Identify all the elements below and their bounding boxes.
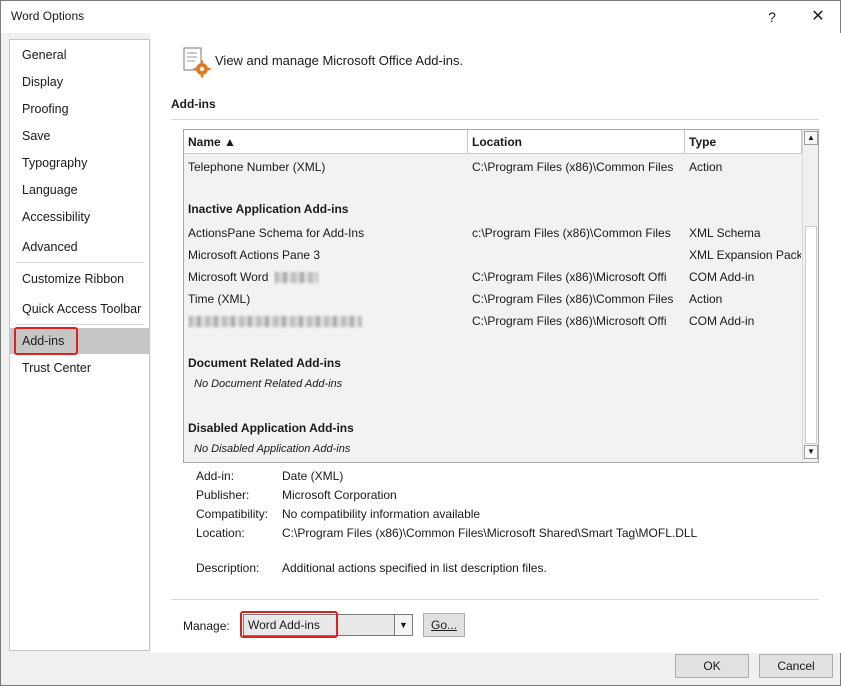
sidebar-divider: [16, 324, 144, 325]
addin-location: C:\Program Files (x86)\Common Files: [472, 160, 674, 174]
window-title: Word Options: [11, 9, 85, 23]
ok-button[interactable]: OK: [675, 654, 749, 678]
sidebar-item-customize-ribbon[interactable]: Customize Ribbon: [10, 266, 149, 292]
options-sidebar: General Display Proofing Save Typography…: [9, 39, 150, 651]
scroll-down-arrow-icon[interactable]: ▼: [804, 445, 818, 459]
redacted-name-blur: [188, 310, 366, 332]
addin-type: XML Schema: [689, 226, 761, 240]
addin-location: C:\Program Files (x86)\Microsoft Offi: [472, 270, 667, 284]
manage-label: Manage:: [183, 619, 230, 633]
detail-location-value: C:\Program Files (x86)\Common Files\Micr…: [282, 526, 698, 540]
addin-location: C:\Program Files (x86)\Common Files: [472, 292, 674, 306]
detail-description-value: Additional actions specified in list des…: [282, 561, 547, 575]
addin-type: COM Add-in: [689, 314, 755, 328]
table-row[interactable]: Microsoft Word C:\Program Files (x86)\Mi…: [184, 266, 802, 288]
sidebar-item-advanced[interactable]: Advanced: [10, 234, 149, 260]
manage-highlight: [240, 611, 338, 638]
section-title: Add-ins: [171, 97, 216, 111]
addin-type: Action: [689, 292, 723, 306]
table-row[interactable]: Microsoft Actions Pane 3 XML Expansion P…: [184, 244, 802, 266]
detail-location-label: Location:: [196, 526, 245, 540]
add-ins-panel: View and manage Microsoft Office Add-ins…: [151, 33, 841, 653]
sidebar-item-quick-access-toolbar[interactable]: Quick Access Toolbar: [10, 296, 149, 322]
column-header-location[interactable]: Location: [468, 130, 685, 154]
word-options-dialog: Word Options ? ✕ General Display Proofin…: [0, 0, 841, 686]
document-empty-note: No Document Related Add-ins: [194, 378, 343, 390]
manage-divider: [171, 599, 819, 600]
group-header-document: Document Related Add-ins: [188, 356, 341, 370]
sidebar-item-save[interactable]: Save: [10, 123, 149, 149]
sidebar-item-accessibility[interactable]: Accessibility: [10, 204, 149, 230]
disabled-empty-note: No Disabled Application Add-ins: [194, 443, 351, 455]
table-row[interactable]: ActionsPane Schema for Add-Ins c:\Progra…: [184, 222, 802, 244]
detail-publisher-label: Publisher:: [196, 488, 250, 502]
add-ins-list[interactable]: Name ▲ Location Type Telephone Number (X…: [183, 129, 819, 463]
sidebar-item-language[interactable]: Language: [10, 177, 149, 203]
detail-compatibility-value: No compatibility information available: [282, 507, 481, 521]
addin-type: Action: [689, 160, 723, 174]
redacted-name-blur: [274, 266, 324, 288]
add-ins-highlight: [14, 327, 78, 355]
section-divider: [171, 119, 819, 120]
sidebar-divider: [16, 262, 144, 263]
addin-location: C:\Program Files (x86)\Microsoft Offi: [472, 314, 667, 328]
detail-compatibility-label: Compatibility:: [196, 507, 269, 521]
table-row[interactable]: Time (XML) C:\Program Files (x86)\Common…: [184, 288, 802, 310]
addin-name: ActionsPane Schema for Add-Ins: [188, 226, 365, 240]
table-row[interactable]: Telephone Number (XML) C:\Program Files …: [184, 156, 802, 178]
sidebar-item-trust-center[interactable]: Trust Center: [10, 355, 149, 381]
addin-name: Microsoft Word: [188, 270, 269, 284]
title-bar: Word Options ? ✕: [1, 1, 840, 33]
addin-name: Time (XML): [188, 292, 251, 306]
detail-addin-value: Date (XML): [282, 469, 344, 483]
add-ins-gear-icon: [183, 47, 211, 82]
detail-description-label: Description:: [196, 561, 260, 575]
cancel-button[interactable]: Cancel: [759, 654, 833, 678]
sidebar-item-typography[interactable]: Typography: [10, 150, 149, 176]
chevron-down-icon[interactable]: ▼: [394, 615, 412, 635]
page-heading: View and manage Microsoft Office Add-ins…: [215, 53, 464, 68]
go-button[interactable]: Go...: [423, 613, 465, 637]
group-header-disabled: Disabled Application Add-ins: [188, 421, 354, 435]
addin-type: COM Add-in: [689, 270, 755, 284]
sidebar-item-general[interactable]: General: [10, 42, 149, 68]
column-header-name[interactable]: Name ▲: [184, 130, 468, 154]
scroll-up-arrow-icon[interactable]: ▲: [804, 131, 818, 145]
table-row[interactable]: C:\Program Files (x86)\Microsoft Offi CO…: [184, 310, 802, 332]
addin-name: Microsoft Actions Pane 3: [188, 248, 321, 262]
help-button[interactable]: ?: [761, 6, 783, 28]
addin-type: XML Expansion Pack: [689, 248, 801, 262]
detail-addin-label: Add-in:: [196, 469, 235, 483]
column-header-type[interactable]: Type: [685, 130, 802, 154]
sidebar-item-proofing[interactable]: Proofing: [10, 96, 149, 122]
detail-publisher-value: Microsoft Corporation: [282, 488, 397, 502]
addin-location: c:\Program Files (x86)\Common Files: [472, 226, 671, 240]
group-header-inactive: Inactive Application Add-ins: [188, 202, 349, 216]
addin-name: Telephone Number (XML): [188, 160, 326, 174]
list-scrollbar[interactable]: ▲ ▼: [802, 130, 818, 462]
scroll-thumb[interactable]: [805, 226, 817, 444]
sidebar-item-display[interactable]: Display: [10, 69, 149, 95]
close-button[interactable]: ✕: [807, 6, 829, 28]
